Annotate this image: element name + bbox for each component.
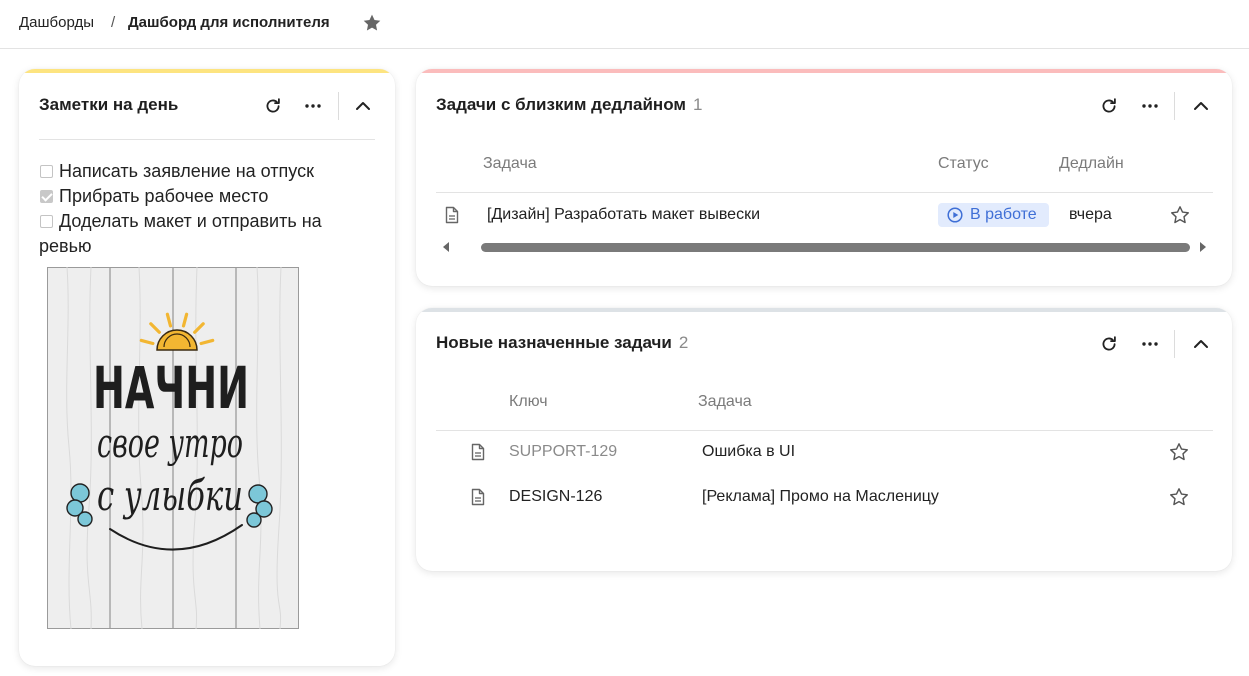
collapse-widget-button[interactable] (1189, 332, 1213, 356)
poster-headline-text: НАЧНИ (93, 354, 249, 422)
horizontal-scrollbar[interactable] (416, 238, 1232, 256)
refresh-icon (266, 98, 280, 113)
favorite-task-button[interactable] (1169, 442, 1189, 462)
widget-task-count: 2 (678, 333, 689, 352)
chevron-up-icon (1194, 340, 1208, 348)
widget-title: Новые назначенные задачи 2 (436, 332, 688, 354)
checklist-item-label: Прибрать рабочее место (59, 186, 269, 206)
breadcrumb-separator: / (111, 14, 116, 31)
widget-accent-bar (19, 69, 395, 73)
widget-title: Задачи с близким дедлайном 1 (436, 94, 702, 116)
star-outline-icon (1170, 443, 1188, 461)
table-row[interactable]: SUPPORT-129 Ошибка в UI (416, 430, 1232, 474)
breadcrumb-current-page: Дашборд для исполнителя (128, 14, 330, 31)
more-options-button[interactable] (301, 94, 325, 118)
task-key-link[interactable]: DESIGN-126 (509, 487, 602, 507)
poster-line3-text: с улыбки (97, 471, 243, 520)
task-title-link[interactable]: [Реклама] Промо на Масленицу (702, 487, 939, 507)
table-row[interactable]: DESIGN-126 [Реклама] Промо на Масленицу (416, 475, 1232, 519)
favorite-dashboard-button[interactable] (362, 13, 382, 33)
column-header-task[interactable]: Задача (698, 392, 752, 412)
more-options-button[interactable] (1138, 332, 1162, 356)
checklist-item-label: Доделать макет и отправить на ревью (39, 211, 322, 256)
task-title-link[interactable]: Ошибка в UI (702, 442, 795, 462)
checklist-item: Прибрать рабочее место (39, 184, 369, 209)
checklist-checkbox[interactable] (40, 215, 53, 228)
more-horizontal-icon (1142, 104, 1158, 108)
column-header-deadline[interactable]: Дедлайн (1059, 154, 1124, 174)
widget-header-divider (39, 139, 375, 140)
widget-title-text: Задачи с близким дедлайном (436, 95, 686, 114)
refresh-button[interactable] (1097, 94, 1121, 118)
notes-checklist: Написать заявление на отпуск Прибрать ра… (39, 159, 369, 259)
favorite-task-button[interactable] (1170, 205, 1190, 225)
scroll-right-arrow-icon[interactable] (1199, 242, 1207, 252)
refresh-icon (1102, 98, 1116, 113)
widget-title: Заметки на день (39, 95, 179, 114)
document-icon (471, 443, 485, 461)
toolbar-divider (1174, 330, 1175, 358)
task-title-link[interactable]: [Дизайн] Разработать макет вывески (487, 205, 760, 225)
widget-accent-bar (416, 69, 1232, 73)
document-icon (471, 488, 485, 506)
collapse-widget-button[interactable] (1189, 94, 1213, 118)
star-outline-icon (1170, 488, 1188, 506)
refresh-button[interactable] (261, 94, 285, 118)
refresh-icon (1102, 336, 1116, 351)
new-assigned-tasks-widget: Новые назначенные задачи 2 Ключ Задача SU… (416, 308, 1232, 571)
deadline-value: вчера (1069, 206, 1112, 223)
checklist-item-label: Написать заявление на отпуск (59, 161, 314, 181)
table-row[interactable]: [Дизайн] Разработать макет вывески В раб… (416, 193, 1232, 237)
scrollbar-thumb[interactable] (481, 243, 1190, 252)
checklist-checkbox[interactable] (40, 190, 53, 203)
deadline-tasks-widget: Задачи с близким дедлайном 1 Задача Стату… (416, 69, 1232, 286)
scroll-left-arrow-icon[interactable] (442, 242, 450, 252)
column-header-task[interactable]: Задача (483, 154, 537, 174)
star-filled-icon (363, 14, 381, 31)
column-header-key[interactable]: Ключ (509, 392, 548, 412)
widget-title-text: Новые назначенные задачи (436, 333, 672, 352)
column-header-status[interactable]: Статус (938, 154, 989, 174)
status-label: В работе (970, 206, 1037, 223)
poster-line2-text: свое утро (97, 421, 243, 467)
status-badge[interactable]: В работе (938, 203, 1049, 227)
favorite-task-button[interactable] (1169, 487, 1189, 507)
widget-accent-bar (416, 308, 1232, 312)
star-outline-icon (1171, 206, 1189, 224)
toolbar-divider (338, 92, 339, 120)
collapse-widget-button[interactable] (351, 94, 375, 118)
breadcrumb-dashboards-link[interactable]: Дашборды (19, 13, 94, 33)
top-bar: Дашборды / Дашборд для исполнителя (0, 0, 1249, 49)
chevron-up-icon (1194, 102, 1208, 110)
notes-widget: Заметки на день Написать заявление на от… (19, 69, 395, 666)
checklist-item: Доделать макет и отправить на ревью (39, 209, 369, 259)
play-circle-icon (947, 207, 963, 223)
motivational-poster-image: НАЧНИ свое утро с улыбки (47, 267, 299, 629)
toolbar-divider (1174, 92, 1175, 120)
widget-task-count: 1 (692, 95, 703, 114)
document-icon (445, 206, 459, 224)
task-key-link[interactable]: SUPPORT-129 (509, 442, 617, 462)
more-horizontal-icon (1142, 342, 1158, 346)
more-options-button[interactable] (1138, 94, 1162, 118)
refresh-button[interactable] (1097, 332, 1121, 356)
chevron-up-icon (356, 102, 370, 110)
checklist-item: Написать заявление на отпуск (39, 159, 369, 184)
checklist-checkbox[interactable] (40, 165, 53, 178)
more-horizontal-icon (305, 104, 321, 108)
